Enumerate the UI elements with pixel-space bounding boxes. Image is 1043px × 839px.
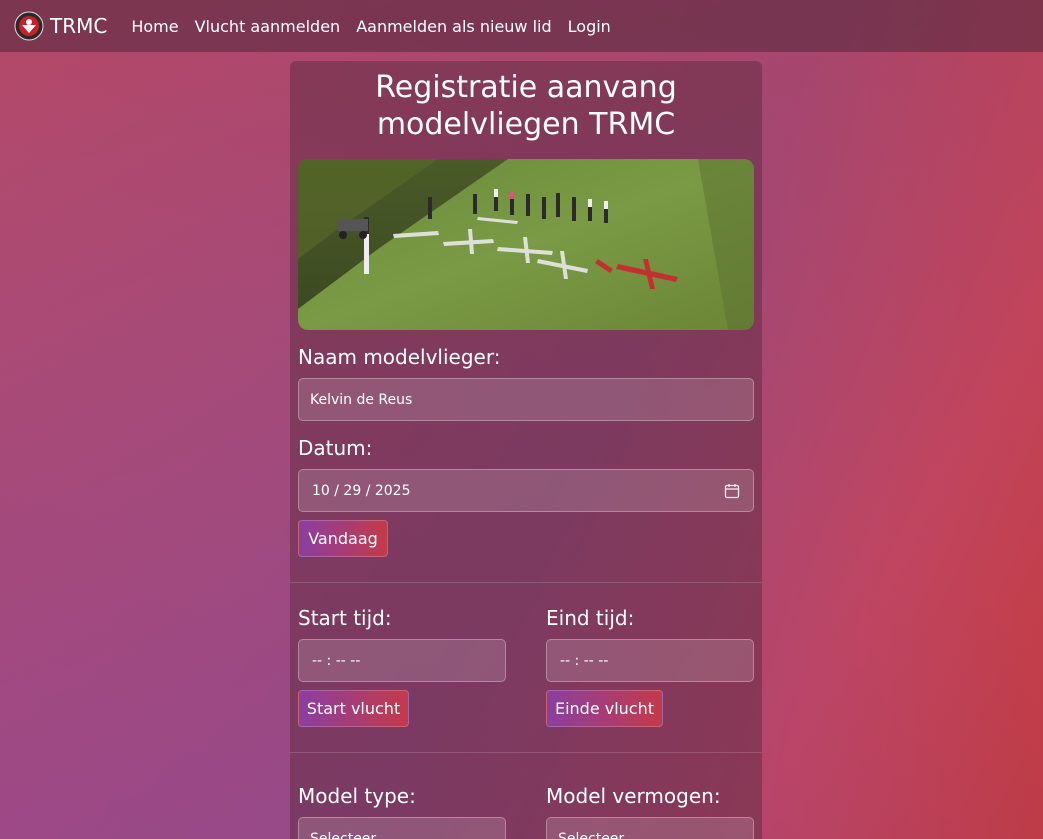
start-time-value: -- : -- -- [312,652,361,669]
page-title: Registratie aanvang modelvliegen TRMC [375,70,677,142]
nav-vlucht-aanmelden[interactable]: Vlucht aanmelden [195,17,341,36]
date-value: 10 / 29 / 2025 [312,482,411,499]
chevron-down-icon: ⌄ [734,832,745,839]
model-type-select[interactable]: Selecteer ⌄ [298,817,506,839]
start-time-label: Start tijd: [298,606,392,630]
brand-link[interactable]: TRMC [14,11,107,41]
nav-login[interactable]: Login [568,17,611,36]
nav-nieuw-lid[interactable]: Aanmelden als nieuw lid [356,17,551,36]
end-flight-button[interactable]: Einde vlucht [546,690,663,727]
model-power-value: Selecteer [558,830,625,839]
end-time-label: Eind tijd: [546,606,635,630]
divider-2 [290,752,762,753]
model-type-label: Model type: [298,784,416,808]
date-label: Datum: [298,436,373,460]
name-value: Kelvin de Reus [310,391,413,408]
nav-home[interactable]: Home [131,17,178,36]
model-type-value: Selecteer [310,830,377,839]
club-logo-icon [14,11,44,41]
navbar: TRMC Home Vlucht aanmelden Aanmelden als… [0,0,1043,52]
model-power-select[interactable]: Selecteer ⌄ [546,817,754,839]
registration-card: Registratie aanvang modelvliegen TRMC Na… [290,61,762,839]
start-time-input[interactable]: -- : -- -- [298,639,506,682]
date-input[interactable]: 10 / 29 / 2025 [298,469,754,512]
name-input[interactable]: Kelvin de Reus [298,378,754,421]
calendar-icon[interactable] [724,483,740,499]
start-flight-button[interactable]: Start vlucht [298,690,409,727]
brand-name: TRMC [50,14,108,38]
name-label: Naam modelvlieger: [298,345,501,369]
model-power-label: Model vermogen: [546,784,721,808]
today-button[interactable]: Vandaag [298,520,388,557]
chevron-down-icon: ⌄ [486,832,497,839]
hero-photo [298,159,754,330]
divider-1 [290,582,762,583]
end-time-value: -- : -- -- [560,652,609,669]
end-time-input[interactable]: -- : -- -- [546,639,754,682]
